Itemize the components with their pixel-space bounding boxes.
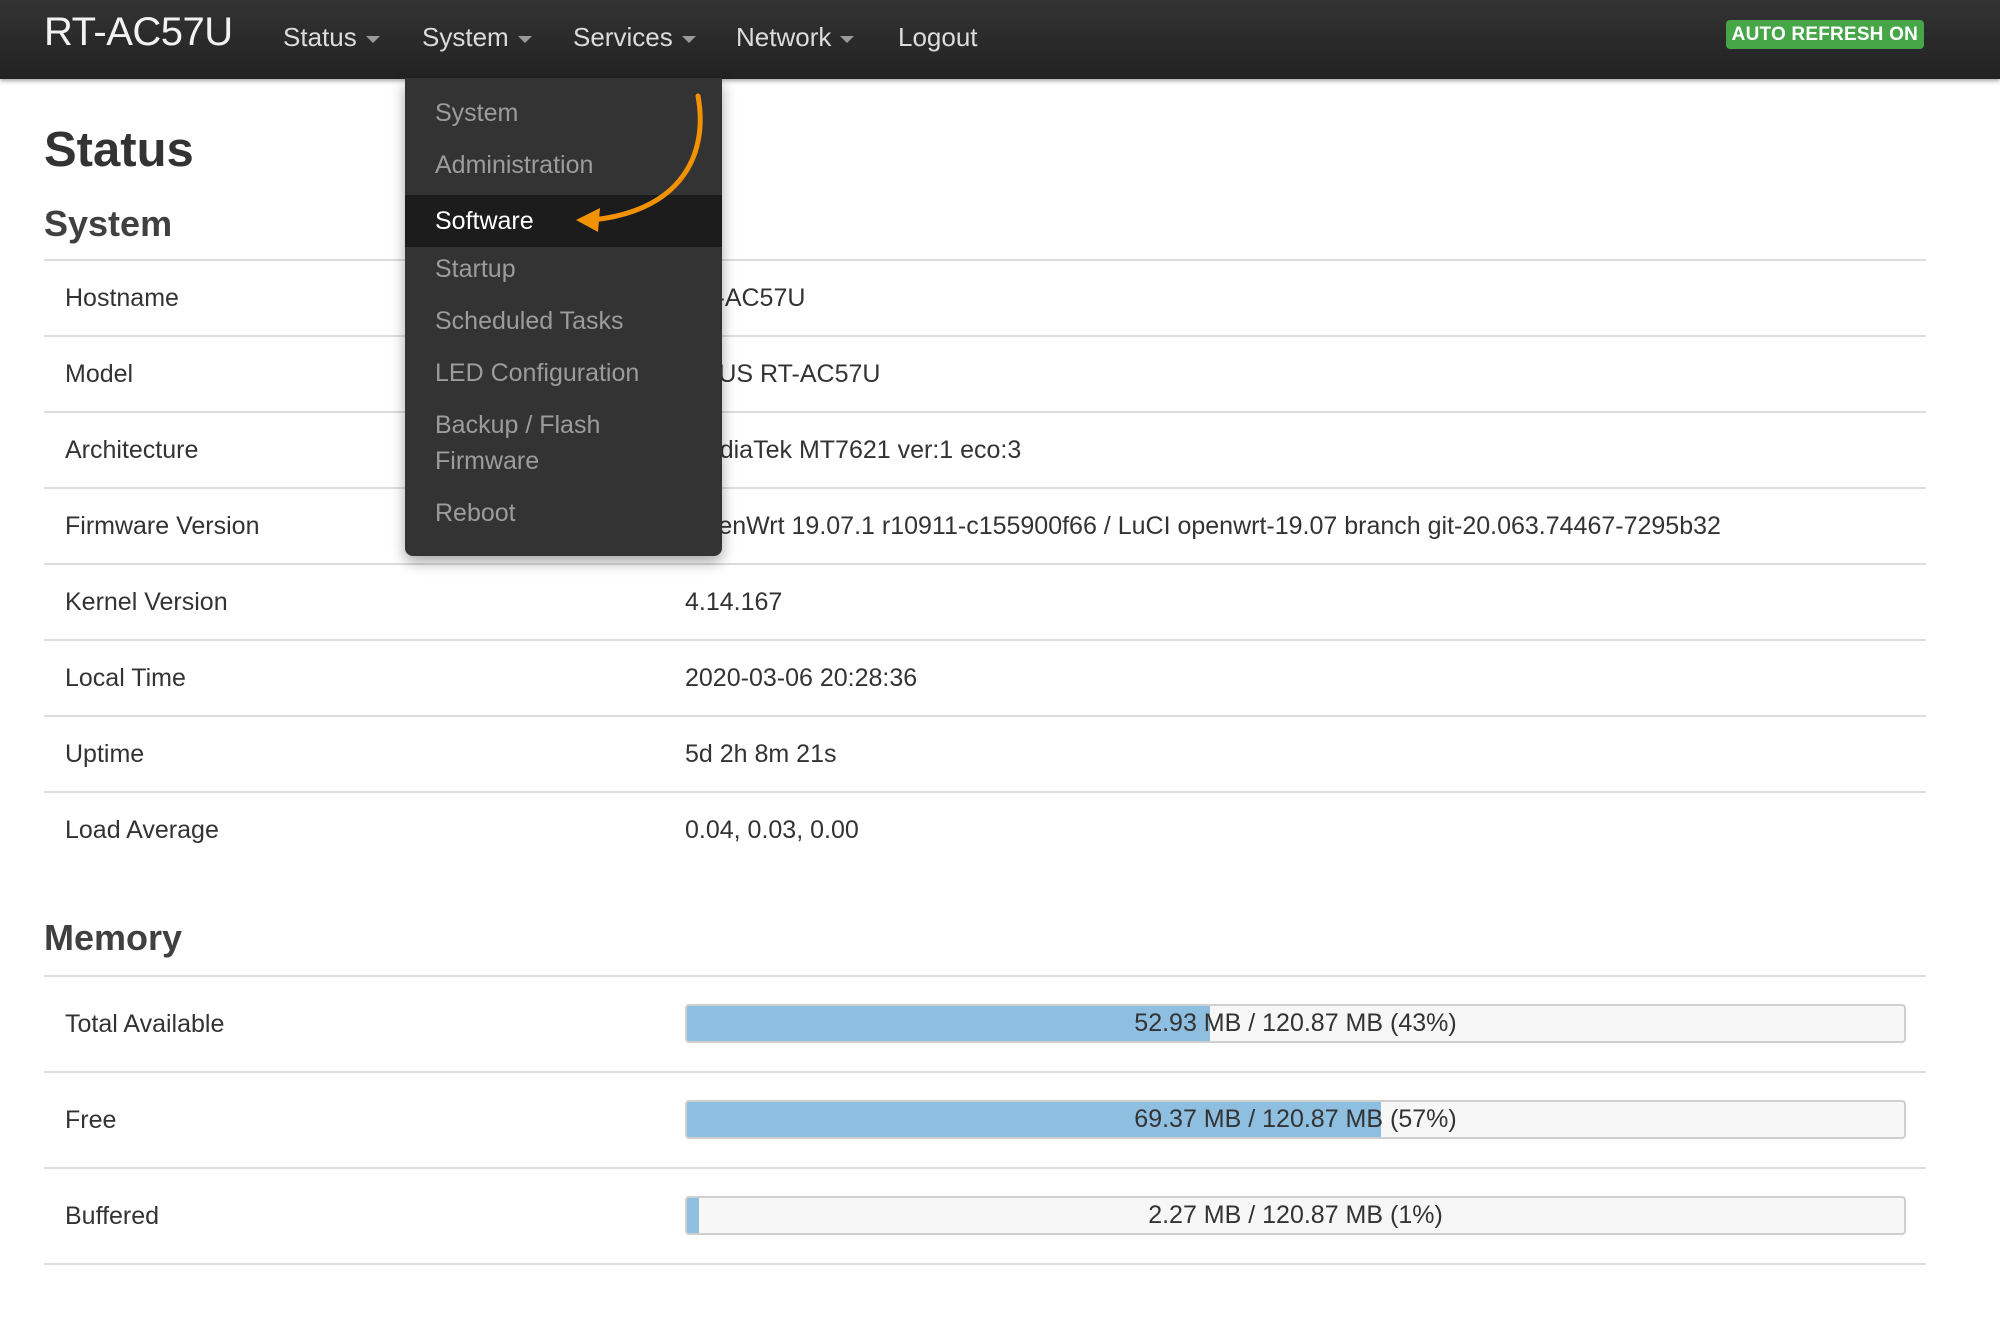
- row-value-firmware: OpenWrt 19.07.1 r10911-c155900f66 / LuCI…: [685, 512, 1721, 540]
- row-label-model: Model: [65, 360, 134, 388]
- caret-down-icon: [840, 35, 855, 43]
- row-label-firmware: Firmware Version: [65, 512, 260, 540]
- table-divider: [44, 639, 1926, 641]
- brand-logo[interactable]: RT-AC57U: [44, 10, 233, 55]
- table-divider: [44, 411, 1926, 413]
- table-divider: [44, 791, 1926, 793]
- menu-item-led-configuration[interactable]: LED Configuration: [405, 355, 722, 391]
- nav-network-label: Network: [736, 22, 832, 52]
- row-value-local-time: 2020-03-06 20:28:36: [685, 664, 918, 692]
- nav-services-label: Services: [573, 22, 673, 52]
- progress-text: 2.27 MB / 120.87 MB (1%): [1148, 1201, 1443, 1229]
- row-label-buffered: Buffered: [65, 1202, 160, 1230]
- table-divider: [44, 259, 1926, 261]
- table-divider: [44, 975, 1926, 977]
- row-label-local-time: Local Time: [65, 664, 186, 692]
- menu-item-software[interactable]: Software: [405, 195, 722, 247]
- menu-item-startup[interactable]: Startup: [405, 251, 722, 287]
- row-label-total-available: Total Available: [65, 1010, 225, 1038]
- nav-status-label: Status: [283, 22, 357, 52]
- caret-down-icon: [365, 35, 380, 43]
- row-label-free: Free: [65, 1106, 117, 1134]
- progress-text: 52.93 MB / 120.87 MB (43%): [1134, 1009, 1457, 1037]
- row-value-load-average: 0.04, 0.03, 0.00: [685, 816, 859, 844]
- table-divider: [44, 563, 1926, 565]
- table-divider: [44, 715, 1926, 717]
- table-divider: [44, 335, 1926, 337]
- table-divider: [44, 487, 1926, 489]
- table-divider: [44, 1167, 1926, 1169]
- row-value-kernel: 4.14.167: [685, 588, 783, 616]
- page-title: Status: [44, 123, 194, 177]
- caret-down-icon: [681, 35, 696, 43]
- row-label-kernel: Kernel Version: [65, 588, 228, 616]
- nav-status-menu[interactable]: Status: [283, 22, 380, 53]
- menu-item-administration[interactable]: Administration: [405, 147, 722, 183]
- row-label-uptime: Uptime: [65, 740, 145, 768]
- system-dropdown-menu: System Administration Software Startup S…: [405, 78, 722, 556]
- table-divider: [44, 1263, 1926, 1265]
- caret-down-icon: [517, 35, 532, 43]
- system-section-heading: System: [44, 203, 173, 244]
- table-divider: [44, 1071, 1926, 1073]
- annotation-arrow-icon: [576, 93, 703, 232]
- top-navbar: RT-AC57U Status System Services Network …: [0, 0, 2000, 79]
- memory-bar-free: 69.37 MB / 120.87 MB (57%): [685, 1100, 1906, 1139]
- menu-item-reboot[interactable]: Reboot: [405, 495, 722, 531]
- nav-logout-link[interactable]: Logout: [898, 22, 978, 53]
- memory-bar-buffered: 2.27 MB / 120.87 MB (1%): [685, 1196, 1906, 1235]
- nav-network-menu[interactable]: Network: [736, 22, 855, 53]
- menu-item-backup-flash-firmware[interactable]: Backup / Flash Firmware: [405, 407, 722, 479]
- nav-services-menu[interactable]: Services: [573, 22, 696, 53]
- row-value-architecture: MediaTek MT7621 ver:1 eco:3: [685, 436, 1022, 464]
- memory-bar-total-available: 52.93 MB / 120.87 MB (43%): [685, 1004, 1906, 1043]
- row-label-load-average: Load Average: [65, 816, 219, 844]
- row-value-uptime: 5d 2h 8m 21s: [685, 740, 837, 768]
- row-label-hostname: Hostname: [65, 284, 179, 312]
- auto-refresh-toggle[interactable]: AUTO REFRESH ON: [1725, 20, 1924, 49]
- progress-text: 69.37 MB / 120.87 MB (57%): [1134, 1105, 1457, 1133]
- memory-section-heading: Memory: [44, 917, 183, 958]
- menu-item-scheduled-tasks[interactable]: Scheduled Tasks: [405, 303, 722, 339]
- menu-item-system[interactable]: System: [405, 95, 722, 131]
- nav-system-label: System: [422, 22, 509, 52]
- row-label-architecture: Architecture: [65, 436, 199, 464]
- nav-system-menu[interactable]: System: [422, 22, 532, 53]
